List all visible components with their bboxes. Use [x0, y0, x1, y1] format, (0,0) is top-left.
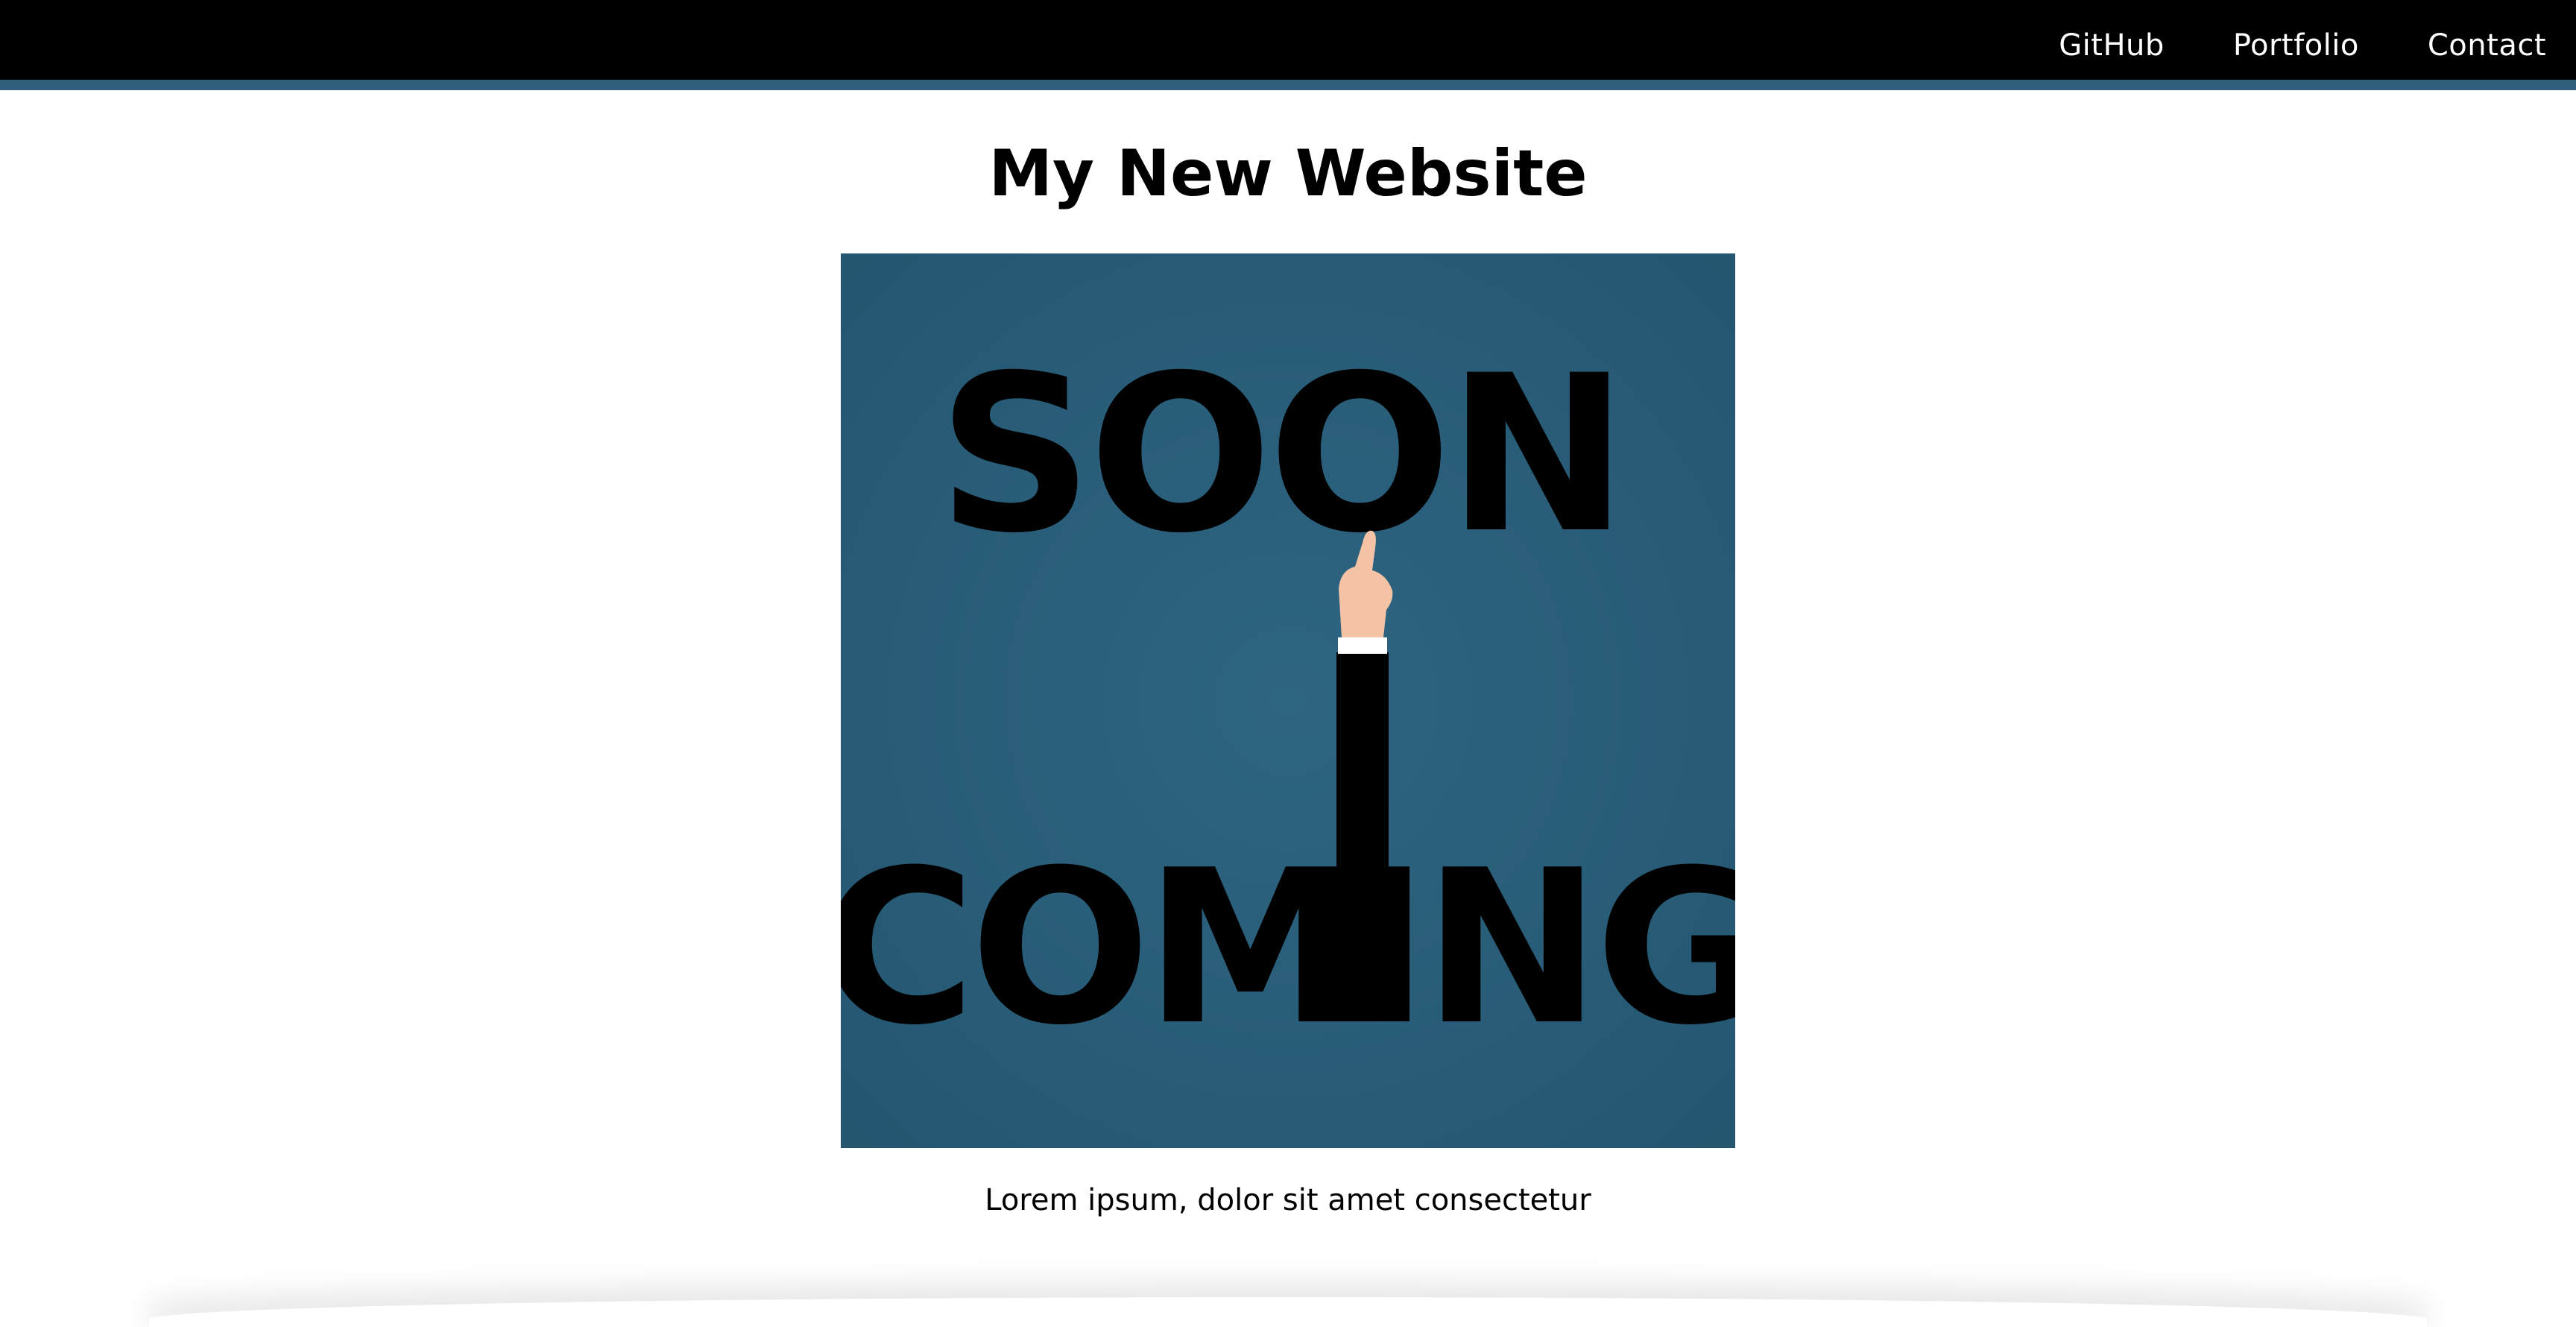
footer-shadow [149, 1297, 2427, 1327]
nav-link-portfolio[interactable]: Portfolio [2233, 28, 2359, 63]
nav-links: GitHub Portfolio Contact [2059, 0, 2546, 90]
nav-link-github[interactable]: GitHub [2059, 28, 2165, 63]
page-title: My New Website [988, 136, 1588, 211]
coming-soon-image: SOON COMING [841, 253, 1735, 1148]
hero-text-top: SOON [938, 330, 1624, 581]
top-navbar: GitHub Portfolio Contact [0, 0, 2576, 90]
sleeve-shape [1336, 652, 1389, 1021]
caption-text: Lorem ipsum, dolor sit amet consectetur [985, 1183, 1591, 1217]
cuff-shape [1338, 637, 1387, 654]
coming-soon-illustration: SOON COMING [841, 253, 1735, 1148]
page: GitHub Portfolio Contact My New Website … [0, 0, 2576, 1327]
nav-link-contact[interactable]: Contact [2428, 28, 2546, 63]
hero-text-bottom: COMING [841, 825, 1735, 1072]
